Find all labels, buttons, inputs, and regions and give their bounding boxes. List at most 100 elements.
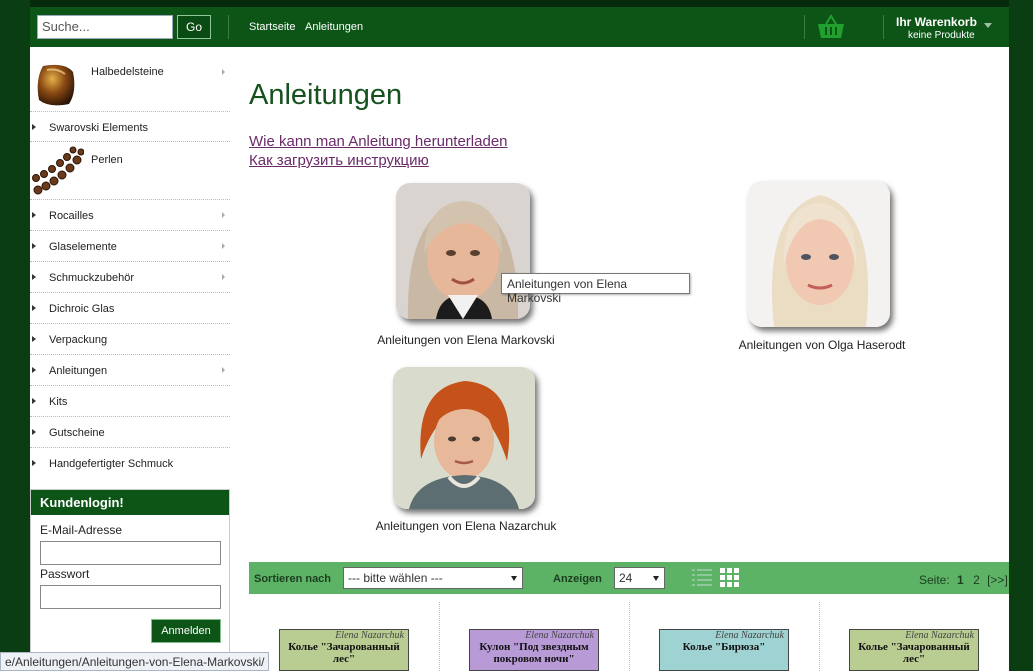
tooltip: Anleitungen von Elena Markovski: [501, 273, 690, 305]
product-item[interactable]: Elena Nazarchuk Колье "Бирюза": [629, 612, 819, 671]
product-thumbnail[interactable]: Elena Nazarchuk Колье "Зачарованный лес": [849, 629, 979, 671]
top-strip: [30, 0, 1009, 7]
sidebar-item-halbedelsteine[interactable]: Halbedelsteine: [30, 52, 230, 112]
product-title: Кулон "Под звездным покровом ночи": [479, 641, 589, 665]
dropdown-arrow-icon: [653, 576, 659, 581]
sort-select[interactable]: --- bitte wählen ---: [343, 567, 523, 589]
bullet-icon: [32, 212, 36, 218]
page-current: 1: [957, 573, 964, 587]
cart-title[interactable]: Ihr Warenkorb: [896, 15, 977, 29]
nav-link-anleitungen[interactable]: Anleitungen: [305, 21, 363, 33]
pagination: Seite: 1 2 [>>]: [919, 573, 1008, 587]
bullet-icon: [32, 336, 36, 342]
bullet-icon: [32, 124, 36, 130]
sidebar-item-handgefertigter-schmuck[interactable]: Handgefertigter Schmuck: [30, 448, 230, 479]
sidebar-item-label: Kits: [49, 396, 68, 408]
sort-select-value: --- bitte wählen ---: [348, 571, 443, 585]
sidebar-item-label: Schmuckzubehör: [49, 272, 134, 284]
product-thumbnail[interactable]: Elena Nazarchuk Колье "Зачарованный лес": [279, 629, 409, 671]
browser-status-bar: e/Anleitungen/Anleitungen-von-Elena-Mark…: [0, 652, 270, 671]
product-item[interactable]: Elena Nazarchuk Колье "Зачарованный лес": [819, 612, 1009, 671]
sidebar-item-schmuckzubehoer[interactable]: Schmuckzubehör: [30, 262, 230, 293]
product-grid: Elena Nazarchuk Колье "Зачарованный лес"…: [249, 602, 1009, 671]
page-link[interactable]: 2: [973, 573, 980, 587]
product-thumbnail[interactable]: Elena Nazarchuk Кулон "Под звездным покр…: [469, 629, 599, 671]
sidebar-item-dichroic-glas[interactable]: Dichroic Glas: [30, 293, 230, 324]
product-title: Колье "Бирюза": [682, 641, 766, 653]
chevron-right-icon: [222, 243, 225, 249]
bullet-icon: [32, 367, 36, 373]
header-divider: [228, 15, 229, 39]
page-frame: Suche... Go Startseite Anleitungen Ihr W…: [30, 0, 1009, 671]
product-item[interactable]: Elena Nazarchuk Кулон "Под звездным покр…: [439, 612, 629, 671]
password-label: Passwort: [40, 567, 90, 581]
sidebar-item-label: Gutscheine: [49, 427, 105, 439]
cart-status: keine Produkte: [908, 30, 975, 41]
product-signature: Elena Nazarchuk: [905, 630, 974, 641]
login-box: Kundenlogin! E-Mail-Adresse Passwort Anm…: [30, 489, 230, 671]
chevron-right-icon: [222, 367, 225, 373]
sidebar-item-rocailles[interactable]: Rocailles: [30, 200, 230, 231]
product-title: Колье "Зачарованный лес": [288, 641, 400, 665]
sidebar-item-kits[interactable]: Kits: [30, 386, 230, 417]
search-input[interactable]: Suche...: [37, 15, 173, 39]
author-photo-elena-nazarchuk[interactable]: [393, 367, 535, 509]
bullet-icon: [32, 429, 36, 435]
sidebar-item-glaselemente[interactable]: Glaselemente: [30, 231, 230, 262]
download-help-link-de[interactable]: Wie kann man Anleitung herunterladen: [249, 133, 508, 150]
author-photo-olga-haserodt[interactable]: [748, 181, 890, 327]
author-caption-elena-nazarchuk[interactable]: Anleitungen von Elena Nazarchuk: [356, 519, 576, 533]
product-item[interactable]: Elena Nazarchuk Колье "Зачарованный лес": [249, 612, 439, 671]
sidebar-item-label: Verpackung: [49, 334, 108, 346]
per-page-select[interactable]: 24: [614, 567, 665, 589]
header-divider: [804, 15, 805, 39]
product-signature: Elena Nazarchuk: [525, 630, 594, 641]
sidebar-item-label: Glaselemente: [49, 241, 117, 253]
sidebar-item-label: Perlen: [91, 154, 123, 166]
sidebar-item-anleitungen[interactable]: Anleitungen: [30, 355, 230, 386]
portrait-image: [393, 367, 535, 509]
login-button[interactable]: Anmelden: [151, 619, 221, 643]
email-label: E-Mail-Adresse: [40, 523, 123, 537]
show-label: Anzeigen: [553, 573, 602, 585]
header-divider: [883, 15, 884, 39]
chevron-down-icon[interactable]: [984, 23, 992, 28]
search-go-button[interactable]: Go: [177, 15, 211, 39]
author-caption-elena-markovski[interactable]: Anleitungen von Elena Markovski: [356, 333, 576, 347]
header-bar: Suche... Go Startseite Anleitungen Ihr W…: [30, 7, 1009, 47]
gemstone-thumbnail: [37, 64, 75, 106]
per-page-value: 24: [619, 571, 633, 585]
password-field[interactable]: [40, 585, 221, 609]
sidebar-item-label: Anleitungen: [49, 365, 108, 377]
nav-link-startseite[interactable]: Startseite: [249, 21, 295, 33]
page-next-link[interactable]: [>>]: [987, 573, 1008, 587]
pearl-strand-thumbnail: [32, 146, 84, 195]
download-help-link-ru[interactable]: Как загрузить инструкцию: [249, 152, 429, 169]
product-signature: Elena Nazarchuk: [335, 630, 404, 641]
sidebar-item-swarovski[interactable]: Swarovski Elements: [30, 112, 230, 142]
bullet-icon: [32, 398, 36, 404]
sidebar-item-label: Handgefertigter Schmuck: [49, 458, 174, 470]
list-view-icon[interactable]: [692, 568, 712, 588]
sidebar-item-label: Rocailles: [49, 210, 94, 222]
sidebar-item-perlen[interactable]: Perlen: [30, 142, 230, 200]
chevron-right-icon: [222, 274, 225, 280]
sort-label: Sortieren nach: [254, 573, 332, 585]
sidebar-item-gutscheine[interactable]: Gutscheine: [30, 417, 230, 448]
chevron-right-icon: [222, 69, 225, 75]
sidebar-item-verpackung[interactable]: Verpackung: [30, 324, 230, 355]
bullet-icon: [32, 274, 36, 280]
bullet-icon: [32, 305, 36, 311]
portrait-image: [748, 181, 890, 327]
basket-icon[interactable]: [817, 14, 845, 40]
sidebar-item-label: Dichroic Glas: [49, 303, 115, 315]
login-title: Kundenlogin!: [31, 490, 229, 515]
bullet-icon: [32, 460, 36, 466]
author-caption-olga-haserodt[interactable]: Anleitungen von Olga Haserodt: [712, 338, 932, 352]
email-field[interactable]: [40, 541, 221, 565]
sidebar-item-label: Swarovski Elements: [49, 122, 149, 134]
grid-view-icon[interactable]: [720, 568, 740, 588]
sidebar-item-label: Halbedelsteine: [91, 66, 164, 78]
product-thumbnail[interactable]: Elena Nazarchuk Колье "Бирюза": [659, 629, 789, 671]
dropdown-arrow-icon: [511, 576, 517, 581]
